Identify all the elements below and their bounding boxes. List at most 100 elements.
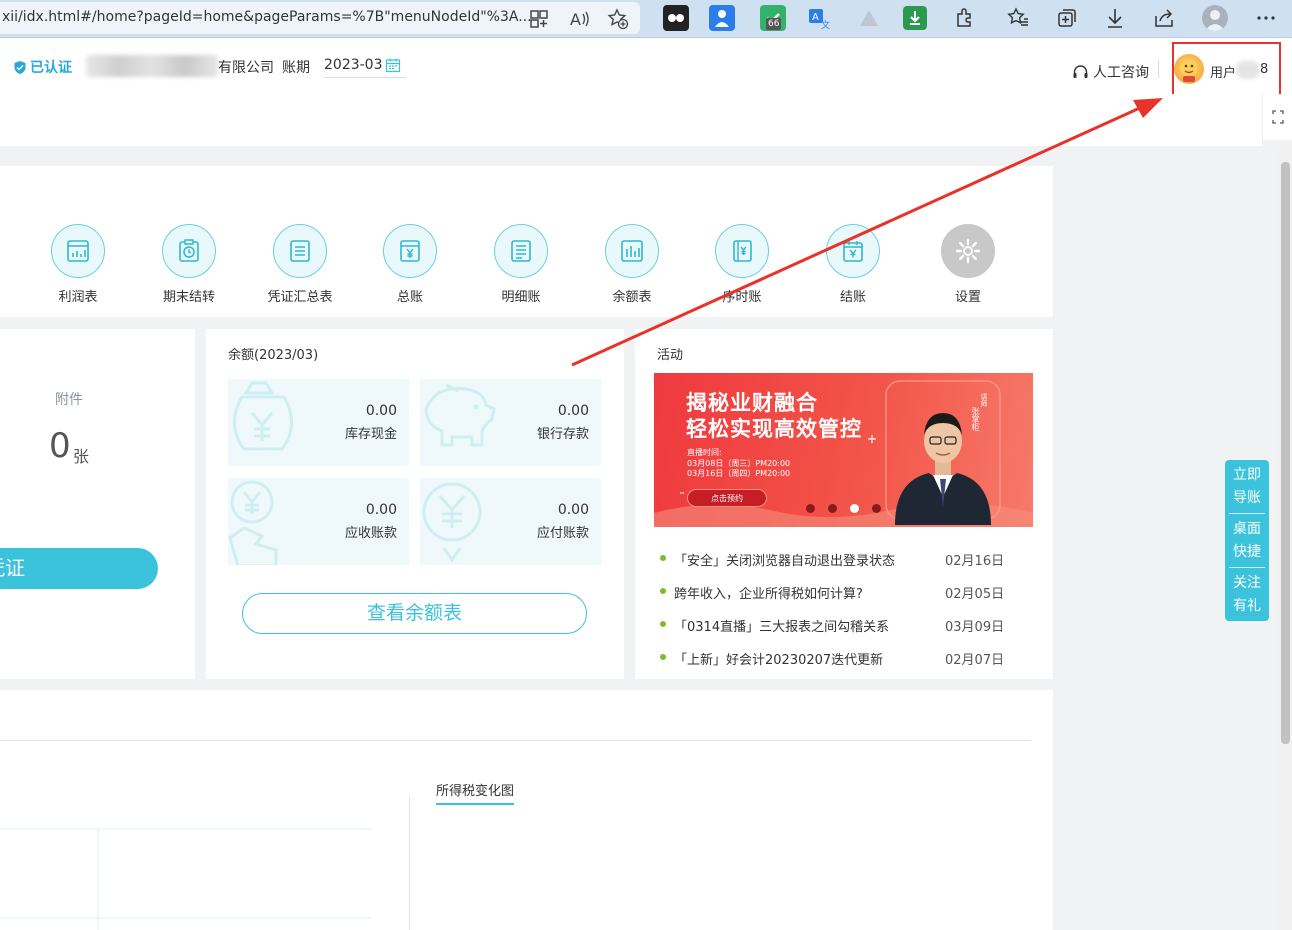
address-bar[interactable]: xii/idx.html#/home?pageId=home&pageParam… — [0, 2, 640, 34]
shortcut-label: 序时账 — [722, 290, 762, 305]
shortcut-label: 期末结转 — [162, 290, 215, 305]
extension-person-icon[interactable] — [709, 5, 735, 31]
piggy-bank-icon — [424, 383, 496, 447]
attachment-unit: 张 — [73, 447, 90, 466]
balance-label: 应收账款 — [344, 526, 397, 541]
yen-doc-icon — [400, 240, 420, 262]
shortcut-label: 设置 — [954, 290, 981, 305]
list-doc-icon — [290, 240, 310, 262]
balance-title: 余额(2023/03) — [228, 348, 319, 363]
download-extension-icon[interactable] — [903, 6, 927, 30]
expand-icon — [1272, 110, 1284, 124]
news-title[interactable]: 「0314直播」三大报表之间勾稽关系 — [674, 616, 889, 635]
news-title[interactable]: 跨年收入，企业所得税如何计算? — [674, 583, 863, 602]
headset-icon — [1073, 65, 1088, 78]
balance-card-bank[interactable]: 0.00 银行存款 — [420, 379, 601, 466]
page-tab-strip — [0, 94, 1262, 146]
floating-side-panel: 立即导账 桌面快捷 关注有礼 — [1225, 460, 1269, 621]
shortcut-settings[interactable]: 设置 — [913, 224, 1023, 305]
extension-badge: 66 — [766, 18, 782, 30]
more-menu-icon[interactable] — [1254, 6, 1278, 30]
shortcut-general-ledger[interactable]: 总账 — [355, 224, 465, 305]
tab-income-tax-chart[interactable]: 所得税变化图 — [436, 780, 515, 805]
shortcut-balance-sheet[interactable]: 余额表 — [577, 224, 687, 305]
shortcut-journal[interactable]: 序时账 — [687, 224, 797, 305]
clock-doc-icon — [179, 239, 199, 262]
news-title[interactable]: 「上新」好会计20230207迭代更新 — [674, 649, 883, 668]
side-item-label: 关注有礼 — [1233, 575, 1261, 614]
follow-gift-button[interactable]: 关注有礼 — [1225, 572, 1269, 618]
balance-label: 银行存款 — [536, 427, 589, 442]
attachment-panel — [0, 329, 195, 679]
page-scrollbar-thumb[interactable] — [1281, 162, 1290, 744]
app-grid-icon[interactable] — [528, 8, 550, 30]
activity-title: 活动 — [657, 348, 684, 363]
manual-consult-button[interactable]: 人工咨询 — [1072, 62, 1149, 82]
chart-gridlines — [0, 828, 371, 930]
new-voucher-button[interactable]: 凭证 — [0, 548, 158, 589]
extension-eyes-icon[interactable] — [663, 5, 689, 31]
share-icon[interactable] — [1152, 6, 1176, 30]
balance-card-cash[interactable]: 0.00 库存现金 — [228, 379, 409, 466]
shortcut-label: 余额表 — [612, 290, 652, 305]
calendar-icon[interactable] — [385, 57, 401, 73]
speaker-name: 张掌柜 — [971, 407, 980, 431]
carousel-dot-3[interactable] — [850, 504, 859, 513]
view-balance-sheet-button[interactable]: 查看余额表 — [242, 593, 587, 634]
svg-text:A: A — [570, 10, 581, 29]
tax-chart-panel — [0, 690, 1053, 930]
news-title[interactable]: 「安全」关闭浏览器自动退出登录状态 — [674, 550, 895, 569]
balance-value: 0.00 — [557, 403, 589, 419]
company-name[interactable]: 有限公司 — [218, 57, 274, 77]
attachment-count[interactable]: 0 — [49, 426, 71, 466]
shortcut-label: 明细账 — [501, 290, 541, 305]
balance-label: 应付账款 — [536, 526, 589, 541]
shortcut-profit-statement[interactable]: 利润表 — [23, 224, 133, 305]
shield-icon — [14, 60, 26, 74]
banner-reserve-button[interactable]: 点击预约 — [687, 489, 767, 507]
money-bag-icon — [233, 381, 293, 451]
hand-coin-icon — [228, 480, 278, 565]
shortcut-label: 结账 — [839, 290, 866, 305]
gear-icon — [955, 238, 981, 264]
balance-value: 0.00 — [557, 502, 589, 518]
extensions-puzzle-icon[interactable] — [953, 6, 977, 30]
header-divider — [1158, 60, 1159, 78]
carousel-dot-4[interactable] — [872, 504, 881, 513]
shortcut-voucher-summary[interactable]: 凭证汇总表 — [245, 224, 355, 305]
carousel-dot-2[interactable] — [828, 504, 837, 513]
triangle-extension-icon[interactable] — [857, 6, 881, 30]
lines-doc-icon — [511, 240, 531, 262]
shortcut-period-end-transfer[interactable]: 期末结转 — [134, 224, 244, 305]
speaker-title: 讲师 — [980, 393, 988, 407]
favorites-icon[interactable] — [1006, 6, 1030, 30]
profile-avatar-icon[interactable] — [1202, 5, 1228, 31]
import-accounts-button[interactable]: 立即导账 — [1225, 464, 1269, 510]
carousel-dot-1[interactable] — [806, 504, 815, 513]
balance-card-payable[interactable]: 0.00 应付账款 — [420, 478, 601, 565]
shortcut-label: 利润表 — [58, 290, 98, 305]
bar-chart-icon — [621, 240, 643, 262]
balance-value: 0.00 — [365, 502, 397, 518]
shortcut-close-books[interactable]: 结账 — [798, 224, 908, 305]
bullet-icon — [660, 654, 666, 660]
downloads-icon[interactable] — [1103, 6, 1127, 30]
collections-icon[interactable] — [1055, 6, 1079, 30]
translate-icon[interactable]: A文 — [806, 5, 832, 31]
side-item-label: 桌面快捷 — [1233, 521, 1261, 560]
fullscreen-button[interactable] — [1262, 94, 1292, 140]
banner-time-label: 直播时间: — [687, 448, 722, 457]
address-bar-url[interactable]: xii/idx.html#/home?pageId=home&pageParam… — [2, 9, 532, 25]
desktop-shortcut-button[interactable]: 桌面快捷 — [1225, 518, 1269, 564]
read-aloud-icon[interactable]: A — [568, 8, 590, 30]
shortcut-detail-ledger[interactable]: 明细账 — [466, 224, 576, 305]
consult-label: 人工咨询 — [1093, 65, 1149, 81]
add-favorite-icon[interactable] — [607, 8, 629, 30]
news-date: 03月09日 — [945, 620, 1005, 635]
activity-banner[interactable]: 揭秘业财融合 轻松实现高效管控 直播时间: 03月08日（周三）PM20:00 … — [654, 373, 1033, 527]
redacted-company-name — [86, 55, 218, 77]
balance-label: 库存现金 — [344, 427, 397, 442]
shortcut-label: 总账 — [396, 290, 423, 305]
balance-card-receivable[interactable]: 0.00 应收账款 — [228, 478, 409, 565]
news-date: 02月16日 — [945, 554, 1005, 569]
